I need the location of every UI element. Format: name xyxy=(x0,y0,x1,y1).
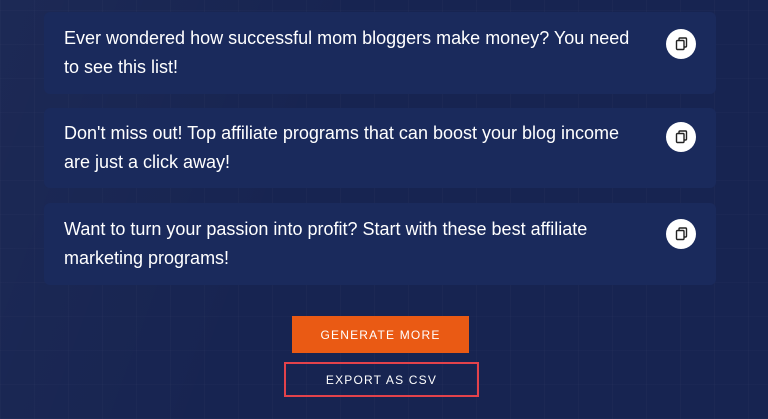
export-csv-button[interactable]: EXPORT AS CSV xyxy=(286,364,477,395)
result-card: Want to turn your passion into profit? S… xyxy=(44,203,716,285)
copy-button[interactable] xyxy=(666,122,696,152)
result-text: Don't miss out! Top affiliate programs t… xyxy=(64,123,620,172)
copy-icon xyxy=(675,130,687,144)
generate-more-button[interactable]: GENERATE MORE xyxy=(292,316,469,353)
copy-button[interactable] xyxy=(666,29,696,59)
copy-icon xyxy=(675,227,687,241)
result-text: Want to turn your passion into profit? S… xyxy=(64,219,588,268)
result-text: Ever wondered how successful mom blogger… xyxy=(64,28,630,77)
result-card: Don't miss out! Top affiliate programs t… xyxy=(44,108,716,188)
copy-button[interactable] xyxy=(666,219,696,249)
copy-icon xyxy=(675,37,687,51)
result-card: Ever wondered how successful mom blogger… xyxy=(44,12,716,94)
export-highlight-box: EXPORT AS CSV xyxy=(284,362,479,397)
